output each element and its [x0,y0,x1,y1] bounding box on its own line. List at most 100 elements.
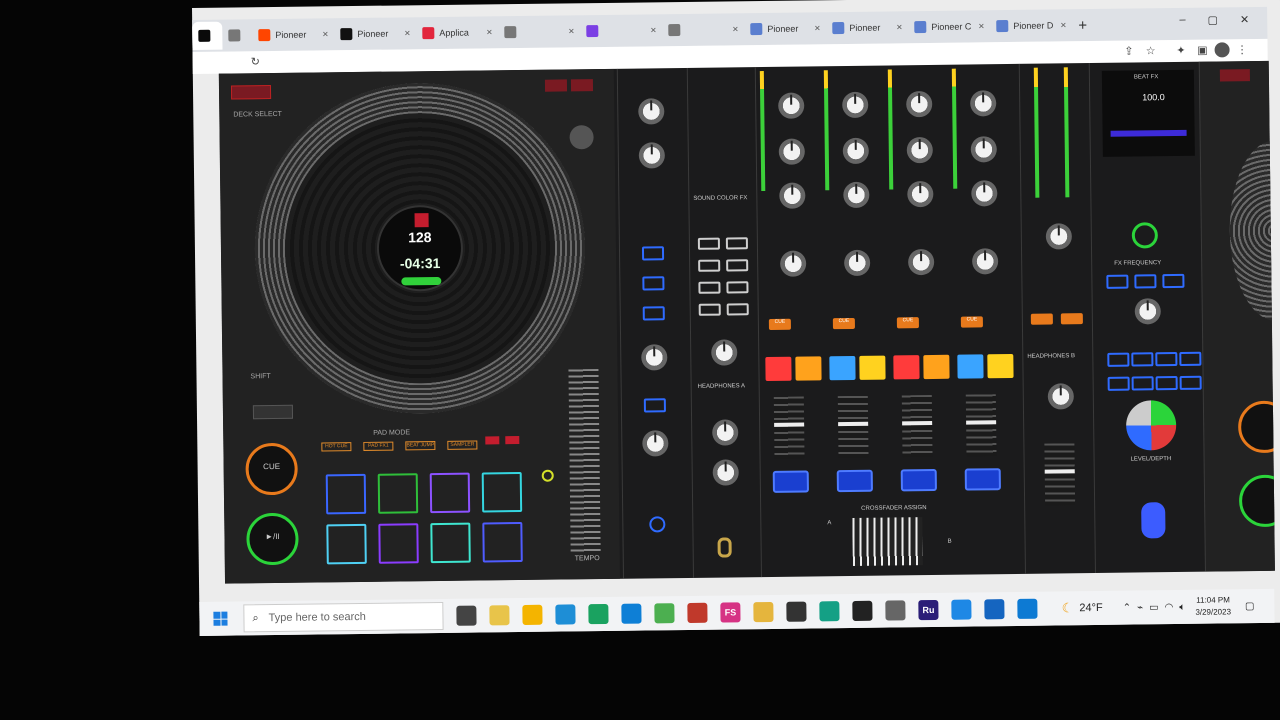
deck-select-button[interactable] [230,85,272,100]
menu-icon[interactable]: ⋮ [1237,43,1248,56]
close-tab-icon[interactable]: × [978,21,984,32]
camera-icon[interactable] [885,600,906,621]
crossfader[interactable] [852,517,923,566]
ch2-pad-yellow[interactable] [859,355,886,380]
chevron-up-icon[interactable]: ⌃ [1123,602,1132,613]
headphones-level-knob[interactable] [712,459,739,486]
ch1-load-button[interactable] [772,470,809,493]
ch1-mid-knob[interactable] [778,138,805,165]
fx-assign-1[interactable] [1107,352,1130,367]
cue-button-right[interactable] [1237,400,1275,454]
ch3-pad-red[interactable] [893,355,920,380]
performance-pad-7[interactable] [430,522,471,564]
mode-button-sampler[interactable]: SAMPLER [447,440,478,450]
ch4-mid-knob[interactable] [970,136,997,163]
browser-tab[interactable] [222,21,252,49]
battery-icon[interactable]: ▭ [1149,602,1159,613]
browser-tab[interactable]: Pioneer C × [908,12,990,41]
ch2-volume-fader[interactable] [837,395,869,459]
ch4-low-knob[interactable] [971,180,998,207]
ch4-cue-button[interactable]: CUE [960,316,983,328]
close-tab-icon[interactable]: × [322,29,328,40]
close-tab-icon[interactable]: × [650,25,656,36]
jog-wheel-right[interactable] [1228,140,1275,322]
bookmark-star-icon[interactable]: ☆ [1146,44,1156,57]
master-level-knob[interactable] [1045,223,1073,250]
jog-feel-knob[interactable] [569,125,594,150]
wifi-icon[interactable]: ◠ [1165,602,1174,613]
taskbar-search[interactable]: ⌕ Type here to search [243,601,444,633]
browser-tab[interactable]: × [580,16,662,45]
deck-red-button-2[interactable] [570,79,594,92]
browser-tab[interactable] [192,21,223,50]
mic-talkover-button[interactable] [649,516,666,533]
master-fader[interactable] [1044,443,1076,506]
color-fx-button-5[interactable] [698,281,721,294]
fx-assign-8[interactable] [1179,375,1202,390]
browser-tab[interactable]: Pioneer × [826,13,908,42]
cue-button[interactable]: CUE [245,442,298,496]
ch3-volume-fader[interactable] [901,394,933,458]
close-tab-icon[interactable]: × [404,28,410,39]
fx-on-button[interactable] [1131,222,1159,249]
mic-reverb-button[interactable] [643,398,666,413]
play-pause-button-right[interactable] [1238,474,1275,528]
volume-icon[interactable]: 🔈︎ [1179,601,1185,612]
fx-assign-7[interactable] [1155,375,1178,391]
booth-level-knob[interactable] [1047,383,1074,410]
ch3-load-button[interactable] [900,468,937,492]
performance-pad-2[interactable] [377,473,419,514]
new-tab-button[interactable]: + [1078,17,1087,34]
fx-assign-2[interactable] [1131,352,1154,367]
mail-icon[interactable] [555,604,576,625]
ch4-volume-fader[interactable] [965,394,997,457]
deck-red-button-1[interactable] [544,79,568,92]
ch4-pad-blue[interactable] [957,354,984,379]
browser-tab[interactable]: × [498,17,580,46]
ch3-pad-orange[interactable] [923,354,950,380]
color-fx-button-3[interactable] [698,259,721,272]
weather-widget[interactable]: ☾ 24°F [1062,600,1103,616]
color-fx-button-4[interactable] [726,259,749,272]
fx-button-3[interactable] [642,306,665,321]
fx-on-off-paddle[interactable] [1141,502,1166,539]
close-tab-icon[interactable]: × [814,23,820,34]
minimize-icon[interactable]: – [1179,14,1185,27]
ch1-pad-orange[interactable] [795,356,822,381]
master-cue-left[interactable] [1030,313,1053,325]
color-fx-button-8[interactable] [726,303,749,316]
color-fx-button-2[interactable] [725,237,748,250]
ch2-hi-knob[interactable] [842,91,869,119]
app-teal-icon[interactable] [819,601,840,622]
fx-assign-6[interactable] [1131,376,1154,391]
browser-tab[interactable]: Pioneer × [744,14,826,43]
share-icon[interactable]: ⇪ [1124,45,1133,58]
fx-parameter-knob[interactable] [1134,298,1161,325]
color-fx-parameter-knob[interactable] [711,339,738,366]
performance-pad-5[interactable] [326,523,367,565]
close-tab-icon[interactable]: × [732,24,738,35]
jog-platter[interactable]: 128 -04:31 [283,111,557,385]
fx-assign-5[interactable] [1107,376,1130,391]
fx-freq-hi[interactable] [1162,273,1185,289]
browser-tab[interactable]: Pioneer × [252,20,334,49]
trim-knob[interactable] [638,98,665,125]
ch4-load-button[interactable] [964,468,1001,491]
mode-button-pad-fx[interactable]: PAD FX1 [363,441,394,451]
ch3-hi-knob[interactable] [906,90,933,118]
performance-pad-6[interactable] [378,523,419,564]
fs-icon[interactable]: FS [720,602,741,623]
photos-icon[interactable] [654,603,675,624]
color-fx-button-7[interactable] [698,303,721,316]
sidebar-icon[interactable]: ▣ [1197,44,1208,57]
globe-icon[interactable] [786,601,807,622]
ch1-pad-red[interactable] [765,356,792,382]
ch2-pad-blue[interactable] [829,355,856,381]
paint-icon[interactable] [753,601,774,623]
ch2-cue-button[interactable]: CUE [832,317,855,330]
task-view-icon[interactable] [456,605,477,626]
close-tab-icon[interactable]: × [896,22,902,33]
close-tab-icon[interactable]: × [486,27,492,38]
clock[interactable]: 11:04 PM 3/29/2023 [1195,594,1231,618]
ch2-color-knob[interactable] [844,249,871,277]
